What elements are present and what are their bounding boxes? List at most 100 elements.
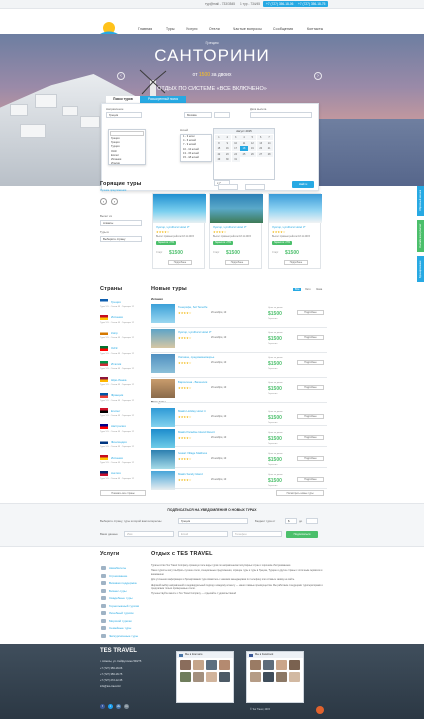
service-link[interactable]: Горнолыжный туризм — [109, 604, 139, 608]
facebook-icon[interactable]: f — [100, 704, 105, 709]
country-link[interactable]: Франция — [111, 393, 123, 397]
hot-card-button[interactable]: Подробнее — [225, 260, 249, 265]
avatar[interactable] — [262, 671, 275, 682]
avatar[interactable] — [205, 671, 218, 682]
tab-tours[interactable]: Поиск туров — [106, 96, 140, 103]
calendar-day[interactable]: 19 — [248, 146, 257, 151]
calendar-day[interactable]: 1 — [215, 135, 223, 140]
date-field[interactable] — [250, 112, 312, 118]
avatar[interactable] — [288, 660, 300, 670]
tour-name[interactable]: Maafu Paradise Island Resort — [178, 430, 215, 434]
calendar-day[interactable]: 22 — [215, 151, 223, 157]
vk-icon[interactable]: vk — [116, 704, 121, 709]
tour-name[interactable]: Лиловое, средиземноморье — [178, 355, 214, 359]
hot-card-button[interactable]: Подробнее — [168, 260, 192, 265]
calendar-day[interactable]: 10 — [231, 140, 240, 146]
calendar-day[interactable]: 26 — [248, 151, 257, 157]
country-select[interactable]: Греция — [106, 112, 142, 118]
filter-all[interactable]: Все — [293, 288, 302, 291]
nav-tours[interactable]: Туры — [166, 27, 175, 31]
country-link[interactable]: Финляндия — [111, 440, 127, 444]
footer-email[interactable]: info@tes-travel.kz — [100, 685, 121, 688]
tour-image[interactable] — [151, 450, 175, 469]
nights-item[interactable]: 15 - 18 ночей — [181, 156, 211, 160]
tour-row[interactable]: Тенерифе, Sol Tenerife ★★★★☆ 26 ноября, 10… — [151, 302, 327, 328]
calendar-day[interactable]: 25 — [240, 151, 248, 157]
calendar-day[interactable]: 18 — [240, 146, 248, 151]
country-link[interactable]: Австралия — [111, 424, 126, 428]
service-link[interactable]: Визовая поддержка — [109, 581, 137, 585]
service-link[interactable]: Экскурсионные туры — [109, 634, 138, 638]
country-link[interactable]: Кипр — [111, 331, 118, 335]
avatar[interactable] — [192, 660, 205, 670]
nav-hotels[interactable]: Отели — [209, 27, 220, 31]
tour-image[interactable] — [151, 471, 175, 490]
tour-image[interactable] — [151, 329, 175, 348]
tour-name[interactable]: Ivasari Village Maldives — [178, 451, 207, 455]
tour-details-button[interactable]: Подробнее — [297, 360, 324, 365]
nav-messages[interactable]: Сообщения — [273, 27, 293, 31]
tour-image[interactable] — [151, 354, 175, 373]
avatar[interactable] — [192, 671, 205, 682]
service-link[interactable]: Семейные туры — [109, 626, 131, 630]
calendar-day[interactable]: 4 — [240, 135, 248, 140]
calendar-day[interactable]: 3 — [231, 135, 240, 140]
hot-prev-button[interactable]: ‹ — [100, 198, 107, 205]
more-new-tours-button[interactable]: Посмотреть новые туры — [276, 490, 324, 496]
calendar-day[interactable]: 15 — [215, 146, 223, 151]
hot-card-name[interactable]: Луксор, Lyndhurst Hotel 3* — [272, 225, 306, 229]
hot-card[interactable]: Луксор, Lyndhurst Hotel 3* ★★★★☆ Вылет п… — [152, 193, 206, 269]
country-link[interactable]: Шри-Ланка — [111, 378, 126, 382]
tour-row[interactable]: Ivasari Village Maldives ★★★★☆ 26 ноября, … — [151, 448, 327, 469]
calendar-day[interactable]: 20 — [256, 146, 265, 151]
tour-row[interactable]: Луксор, Lyndhurst Hotel 3* ★★★★☆ 26 ноября… — [151, 327, 327, 353]
avatar[interactable] — [180, 671, 192, 682]
avatar[interactable] — [288, 671, 300, 682]
avatar[interactable] — [275, 660, 288, 670]
children-select[interactable] — [218, 184, 238, 190]
hot-card[interactable]: Луксор, Lyndhurst Hotel 3* ★★★★☆ Вылет п… — [268, 193, 322, 269]
avatar[interactable] — [205, 660, 218, 670]
service-link[interactable]: Авиабилеты — [109, 566, 126, 570]
service-link[interactable]: Бизнес-туры — [109, 589, 127, 593]
footer-phone[interactable]: +7 (727) 356-18-06 — [100, 667, 122, 670]
topbar-sub[interactable]: 1 тур - 734/45 — [240, 2, 260, 6]
filter-winter[interactable]: Зима — [316, 288, 322, 291]
subscribe-country-select[interactable]: Греция — [178, 518, 248, 524]
footer-phone[interactable]: +7 (727) 356-18-75 — [100, 673, 122, 676]
avatar[interactable] — [250, 671, 262, 682]
country-link[interactable]: Испания — [111, 456, 123, 460]
budget-to[interactable] — [306, 518, 318, 524]
tour-name[interactable]: Барселона - Валенсия — [178, 380, 207, 384]
phone-2[interactable]: +7 (727) 356-18-75 — [295, 1, 329, 7]
city-select[interactable]: Москва — [184, 112, 212, 118]
side-tab-booking[interactable]: Бронирование — [417, 256, 424, 282]
country-link[interactable]: Италия — [111, 362, 121, 366]
hot-tours-subtitle[interactable]: Лучшие предложения — [100, 189, 126, 192]
avatar[interactable] — [218, 671, 230, 682]
service-link[interactable]: Свадебные туры — [109, 596, 133, 600]
instagram-icon[interactable]: in — [124, 704, 129, 709]
from-select[interactable]: Алматы — [100, 220, 142, 226]
tour-details-button[interactable]: Подробнее — [297, 335, 324, 340]
calendar-day[interactable]: 13 — [256, 140, 265, 146]
country-link[interactable]: Англия — [111, 471, 121, 475]
calendar-day[interactable]: 16 — [223, 146, 232, 151]
dropdown-item[interactable]: Италия — [109, 162, 145, 166]
calendar-day[interactable]: 9 — [223, 140, 232, 146]
calendar-day[interactable]: 2 — [223, 135, 232, 140]
tour-details-button[interactable]: Подробнее — [297, 456, 324, 461]
nav-services[interactable]: Услуги — [186, 27, 198, 31]
avatar[interactable] — [262, 660, 275, 670]
nav-faq[interactable]: Частые вопросы — [233, 27, 262, 31]
calendar-day[interactable]: 23 — [223, 151, 232, 157]
nav-home[interactable]: Главная — [138, 27, 152, 31]
calendar-day[interactable]: 21 — [265, 146, 273, 151]
service-link[interactable]: Морской туризм — [109, 619, 132, 623]
calendar-day[interactable]: 5 — [248, 135, 257, 140]
tab-advanced-search[interactable]: Расширенный поиск — [140, 96, 186, 103]
topbar-email[interactable]: тур@mail - 733/3545 — [205, 2, 235, 6]
tour-image[interactable] — [151, 379, 175, 398]
tour-row[interactable]: Лиловое, средиземноморье ★★★★☆ 26 ноября, … — [151, 352, 327, 378]
filter-summer[interactable]: Лето — [305, 288, 311, 291]
